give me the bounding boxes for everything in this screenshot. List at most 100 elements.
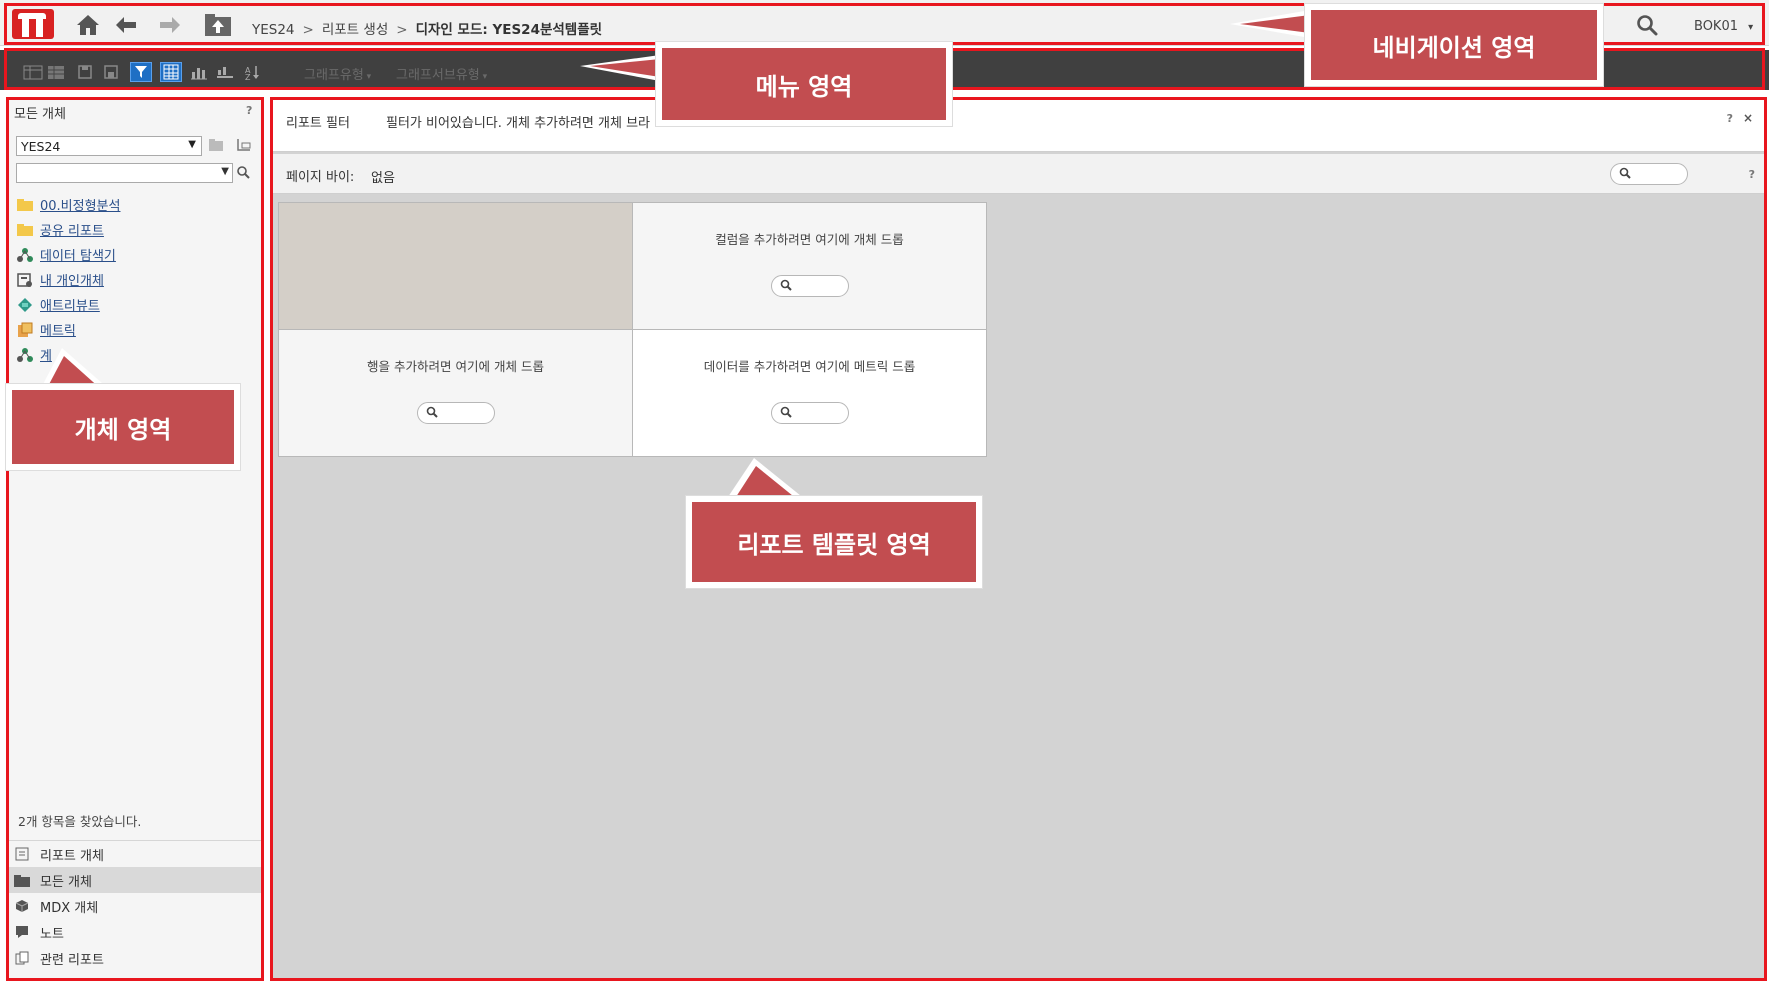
chevron-down-icon: ▼ <box>221 166 229 177</box>
help-icon[interactable]: ? <box>246 104 252 117</box>
tree-expand-icon[interactable] <box>236 138 252 155</box>
note-icon <box>14 924 30 940</box>
shortcut-label: 리포트 개체 <box>40 848 104 864</box>
search-icon[interactable] <box>1636 14 1658 39</box>
grid-mode-icon[interactable] <box>160 62 182 82</box>
help-icon[interactable]: ? <box>1727 112 1733 125</box>
object-area-callout: 개체 영역 <box>6 384 240 470</box>
search-icon <box>1619 167 1631 182</box>
breadcrumb: YES24 > 리포트 생성 > 디자인 모드: YES24분석템플릿 <box>252 18 602 38</box>
breadcrumb-create-report[interactable]: 리포트 생성 <box>322 22 388 38</box>
hierarchy-icon <box>16 247 34 263</box>
project-select-value: YES24 <box>21 139 61 154</box>
shortcut-mdx-objects[interactable]: MDX 개체 <box>8 893 264 919</box>
report-filter-bar[interactable]: 리포트 필터 필터가 비어있습니다. 개체 추가하려면 개체 브라 ? × <box>272 98 1765 152</box>
row-drop-zone[interactable]: 행을 추가하려면 여기에 개체 드롭 <box>278 329 633 457</box>
folder-icon <box>16 222 34 238</box>
shortcut-notes[interactable]: 노트 <box>8 919 264 945</box>
shortcut-label: 모든 개체 <box>40 874 92 890</box>
template-grid: 컬럼을 추가하려면 여기에 개체 드롭 행을 추가하려면 여기에 개체 드롭 데… <box>278 202 990 458</box>
object-shortcuts: 리포트 개체 모든 개체 MDX 개체 노트 관련 리포트 <box>8 840 264 971</box>
save-icon[interactable] <box>74 62 96 82</box>
breadcrumb-separator: > <box>396 22 408 38</box>
folder-browse-icon[interactable] <box>208 138 224 155</box>
search-icon <box>780 406 792 421</box>
folder-icon <box>14 872 30 888</box>
page-by-value: 없음 <box>371 171 395 186</box>
object-tree: 00.비정형분석 공유 리포트 데이터 탐색기 내 개인개체 애트리뷰트 메트릭… <box>16 192 120 367</box>
folder-icon <box>16 197 34 213</box>
chevron-down-icon: ▼ <box>188 139 196 150</box>
tree-item-label[interactable]: 00.비정형분석 <box>40 195 120 214</box>
report-filter-label: 리포트 필터 <box>286 116 350 131</box>
table-edit-icon[interactable] <box>46 62 68 82</box>
home-icon[interactable] <box>74 12 102 38</box>
list-item[interactable]: 메트릭 <box>16 317 120 342</box>
breadcrumb-current: 디자인 모드: YES24분석템플릿 <box>415 22 603 38</box>
shortcut-all-objects[interactable]: 모든 개체 <box>8 867 264 893</box>
list-item[interactable]: 00.비정형분석 <box>16 192 120 217</box>
breadcrumb-separator: > <box>302 22 314 38</box>
template-corner-cell <box>278 202 633 330</box>
upload-folder-icon[interactable] <box>204 12 232 38</box>
search-icon <box>426 406 438 421</box>
data-drop-zone[interactable]: 데이터를 추가하려면 여기에 메트릭 드롭 <box>632 329 987 457</box>
report-filter-message: 필터가 비어있습니다. 개체 추가하려면 개체 브라 <box>386 116 650 131</box>
object-panel: 모든 개체 ? YES24 ▼ ▼ 00.비정형분석 공유 리포트 데이터 탐색… <box>8 98 264 981</box>
data-search-input[interactable] <box>771 402 849 424</box>
list-item[interactable]: 데이터 탐색기 <box>16 242 120 267</box>
svg-text:Z: Z <box>245 73 251 80</box>
object-search-input[interactable]: ▼ <box>16 163 233 183</box>
personal-objects-icon <box>16 272 34 288</box>
attribute-icon <box>16 297 34 313</box>
breadcrumb-project[interactable]: YES24 <box>252 22 295 38</box>
list-item[interactable]: 애트리뷰트 <box>16 292 120 317</box>
navigation-callout-tail <box>1230 10 1310 38</box>
hierarchy-icon <box>16 347 34 363</box>
graph-subtype-dropdown[interactable]: 그래프서브유형 <box>390 64 493 83</box>
column-search-input[interactable] <box>771 275 849 297</box>
page-by-search-input[interactable] <box>1610 163 1688 185</box>
shortcut-related-reports[interactable]: 관련 리포트 <box>8 945 264 971</box>
project-select[interactable]: YES24 ▼ <box>16 136 202 156</box>
help-icon[interactable]: ? <box>1749 168 1755 181</box>
template-callout-tail <box>726 458 806 500</box>
metric-icon <box>16 322 34 338</box>
sort-icon[interactable]: AZ <box>242 62 264 82</box>
user-menu[interactable]: BOK01 ▾ <box>1694 19 1753 34</box>
tree-item-label[interactable]: 공유 리포트 <box>40 220 104 239</box>
list-item[interactable]: 공유 리포트 <box>16 217 120 242</box>
template-area-callout: 리포트 템플릿 영역 <box>686 496 982 588</box>
row-drop-hint: 행을 추가하려면 여기에 개체 드롭 <box>367 359 544 374</box>
row-search-input[interactable] <box>417 402 495 424</box>
back-arrow-icon[interactable] <box>112 12 140 38</box>
save-as-icon[interactable] <box>100 62 122 82</box>
tree-item-label[interactable]: 데이터 탐색기 <box>40 245 116 264</box>
cube-icon <box>14 898 30 914</box>
app-logo[interactable] <box>12 9 54 39</box>
tree-item-label[interactable]: 애트리뷰트 <box>40 295 100 314</box>
search-icon <box>780 279 792 294</box>
graph-type-dropdown[interactable]: 그래프유형 <box>298 64 377 83</box>
grid-view-icon[interactable] <box>22 62 44 82</box>
shortcut-label: 관련 리포트 <box>40 952 104 968</box>
tree-item-label[interactable]: 내 개인개체 <box>40 270 104 289</box>
column-drop-zone[interactable]: 컬럼을 추가하려면 여기에 개체 드롭 <box>632 202 987 330</box>
page-by-bar[interactable]: 페이지 바이: 없음 ? <box>272 154 1765 194</box>
tree-item-label[interactable]: 메트릭 <box>40 320 76 339</box>
page-by-label: 페이지 바이: <box>286 170 355 185</box>
related-report-icon <box>14 950 30 966</box>
menu-callout-tail <box>580 55 660 81</box>
grid-graph-icon[interactable] <box>214 62 236 82</box>
search-icon[interactable] <box>236 165 250 182</box>
column-drop-hint: 컬럼을 추가하려면 여기에 개체 드롭 <box>715 232 904 247</box>
graph-mode-icon[interactable] <box>188 62 210 82</box>
filter-view-icon[interactable] <box>130 62 152 82</box>
chevron-down-icon: ▾ <box>1748 22 1754 33</box>
close-icon[interactable]: × <box>1743 111 1753 125</box>
forward-arrow-icon[interactable] <box>156 12 184 38</box>
list-item[interactable]: 내 개인개체 <box>16 267 120 292</box>
shortcut-label: MDX 개체 <box>40 900 99 916</box>
user-name: BOK01 <box>1694 19 1738 34</box>
shortcut-report-objects[interactable]: 리포트 개체 <box>8 841 264 867</box>
